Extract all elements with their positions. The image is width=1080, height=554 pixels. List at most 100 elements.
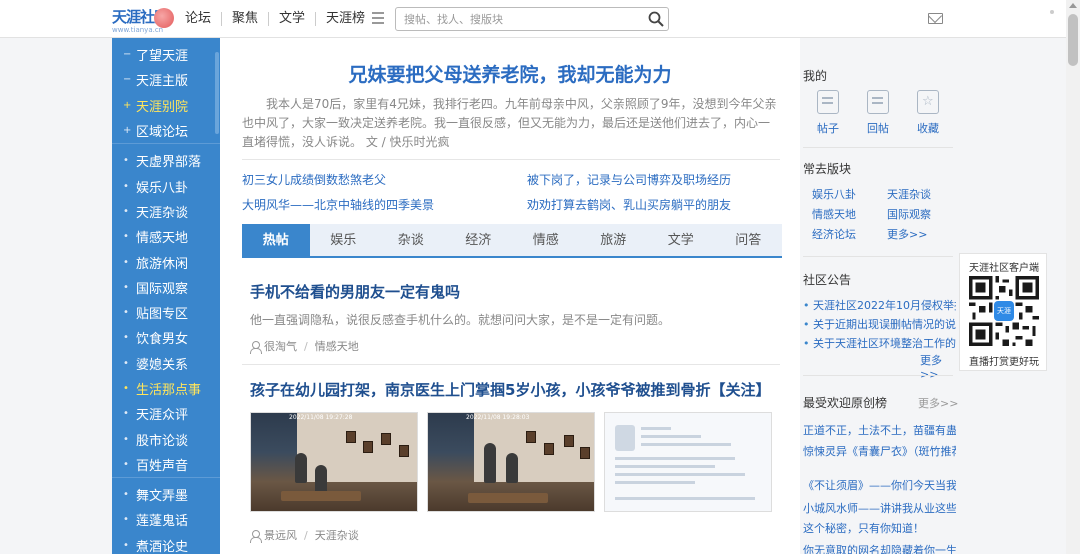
original-rank-link[interactable]: 惊悚灵异《青囊尸衣》（斑竹推荐）	[803, 443, 956, 459]
sidebar-item-board[interactable]: • 婆媳关系	[112, 351, 220, 376]
sidebar-item-label: 娱乐八卦	[136, 180, 189, 196]
thumbnail-doctor-profile[interactable]	[604, 412, 772, 512]
sidebar-item-board[interactable]: • 天涯杂谈	[112, 199, 220, 224]
post-board[interactable]: 天涯杂谈	[315, 527, 359, 543]
frequent-boards-more-link[interactable]: 更多>>	[887, 226, 927, 242]
posts-icon	[817, 90, 839, 114]
notice-link[interactable]: 关于天涯社区环境整治工作的公	[803, 335, 956, 351]
notice-more-link[interactable]: 更多>>	[920, 352, 960, 381]
original-rank-link[interactable]: 你无意取的网名却隐藏着你一生...	[803, 542, 956, 554]
thumbnail-timestamp: 2022/11/08 19:28:03	[466, 414, 530, 421]
tab-travel[interactable]: 旅游	[580, 224, 648, 256]
thumbnail-cctv-1[interactable]: 2022/11/08 19:27:28	[250, 412, 418, 512]
sidebar-item-board[interactable]: • 情感天地	[112, 224, 220, 249]
notice-link[interactable]: 关于近期出现误删帖情况的说明	[803, 316, 956, 332]
frequent-board-link[interactable]: 国际观察	[887, 206, 931, 222]
mail-icon[interactable]	[928, 13, 943, 24]
original-rank-more-link[interactable]: 更多>>	[918, 395, 958, 411]
sidebar-item-label: 婆媳关系	[136, 357, 189, 373]
menu-icon[interactable]	[372, 12, 384, 24]
app-badge-icon: 天涯	[994, 301, 1014, 321]
post-title[interactable]: 孩子在幼儿园打架，南京医生上门掌掴5岁小孩，小孩爷爷被推到骨折【关注】	[250, 379, 770, 400]
my-favorites-button[interactable]: 收藏	[903, 90, 953, 136]
featured-headline[interactable]: 兄妹要把父母送养老院，我却无能为力	[242, 60, 778, 87]
sidebar-item-board[interactable]: • 贴图专区	[112, 300, 220, 325]
tab-literature[interactable]: 文学	[647, 224, 715, 256]
sidebar-item-board[interactable]: • 娱乐八卦	[112, 173, 220, 198]
sidebar-item-board[interactable]: • 舞文弄墨	[112, 482, 220, 507]
sidebar-item-quyu[interactable]: + 区域论坛	[112, 118, 220, 143]
post-title[interactable]: 手机不给看的男朋友一定有鬼吗	[250, 281, 460, 302]
more-dot-icon[interactable]	[1050, 10, 1054, 14]
sidebar-scrollbar[interactable]	[215, 52, 219, 134]
featured-link[interactable]: 初三女儿成绩倒数愁煞老父	[242, 171, 386, 188]
scroll-up-icon[interactable]	[1069, 3, 1077, 8]
expand-icon: +	[123, 125, 132, 137]
sidebar-item-board[interactable]: • 饮食男女	[112, 325, 220, 350]
page-scrollbar[interactable]	[1066, 0, 1080, 554]
featured-link[interactable]: 劝劝打算去鹤岗、乳山买房躺平的朋友	[527, 196, 731, 213]
bullet-icon: •	[123, 256, 129, 268]
scrollbar-thumb[interactable]	[1068, 14, 1078, 66]
tab-hot[interactable]: 热帖	[242, 224, 310, 256]
bullet-icon: •	[123, 357, 129, 369]
post-meta: 很淘气 / 情感天地	[250, 338, 359, 354]
tab-qa[interactable]: 问答	[715, 224, 783, 256]
original-rank-link[interactable]: 小城风水师——讲讲我从业这些...	[803, 500, 956, 516]
sidebar-item-label: 舞文弄墨	[136, 489, 189, 505]
sidebar-group-boards: • 天虚界部落 • 娱乐八卦 • 天涯杂谈 • 情感天地 • 旅游休闲 • 国际观察 • 贴图…	[112, 144, 220, 479]
frequent-board-link[interactable]: 情感天地	[812, 206, 856, 222]
divider	[803, 375, 953, 376]
bullet-icon: •	[123, 180, 129, 192]
tab-entertainment[interactable]: 娱乐	[310, 224, 378, 256]
sidebar-item-board[interactable]: • 莲蓬鬼话	[112, 507, 220, 532]
frequent-boards-title: 常去版块	[803, 162, 852, 176]
thumbnail-cctv-2[interactable]: 2022/11/08 19:28:03	[427, 412, 595, 512]
notice-link[interactable]: 天涯社区2022年10月侵权举报	[803, 297, 956, 313]
post-board[interactable]: 情感天地	[315, 338, 359, 354]
sidebar-item-board[interactable]: • 旅游休闲	[112, 249, 220, 274]
sidebar-item-board[interactable]: • 国际观察	[112, 275, 220, 300]
frequent-board-link[interactable]: 娱乐八卦	[812, 186, 856, 202]
sidebar-item-board[interactable]: • 天虚界部落	[112, 148, 220, 173]
expand-icon: +	[123, 99, 132, 111]
sidebar-item-board-active[interactable]: • 生活那点事	[112, 376, 220, 401]
app-download-card[interactable]: 天涯社区客户端 天涯 直播打赏更好玩	[959, 253, 1047, 371]
featured-link[interactable]: 大明风华——北京中轴线的四季美景	[242, 196, 434, 213]
nav-forum[interactable]: 论坛	[185, 12, 223, 26]
sidebar-item-board[interactable]: • 股市论谈	[112, 426, 220, 451]
featured-excerpt[interactable]: 我本人是70后，家里有4兄妹，我排行老四。九年前母亲中风，父亲照顾了9年，没想到…	[242, 95, 778, 152]
original-rank-link[interactable]: 正道不正，土法不土，苗疆有蛊...	[803, 422, 956, 438]
post-author[interactable]: 景远风	[264, 527, 297, 543]
original-rank-link[interactable]: 《不让须眉》——你们今天当我...	[803, 477, 956, 493]
nav-focus[interactable]: 聚焦	[222, 12, 270, 26]
nav-rankings[interactable]: 天涯榜	[316, 12, 375, 26]
top-bar: 天涯社区 www.tianya.cn 论坛 聚焦 文学 天涯榜	[0, 0, 1066, 38]
sidebar-item-label: 股市论谈	[136, 433, 189, 449]
post-summary[interactable]: 他一直强调隐私，说很反感查手机什么的。就想问问大家，是不是一定有问题。	[250, 311, 670, 328]
frequent-board-link[interactable]: 经济论坛	[812, 226, 856, 242]
sidebar-item-board[interactable]: • 百姓声音	[112, 452, 220, 477]
sidebar-item-label: 饮食男女	[136, 332, 189, 348]
nav-literature[interactable]: 文学	[269, 12, 317, 26]
original-rank-link[interactable]: 这个秘密，只有你知道！	[803, 520, 956, 536]
tab-economy[interactable]: 经济	[445, 224, 513, 256]
bullet-icon: •	[123, 433, 129, 445]
search-input[interactable]	[396, 8, 636, 31]
sidebar-item-zhuban[interactable]: − 天涯主版	[112, 67, 220, 92]
search-icon[interactable]	[648, 11, 664, 27]
site-logo[interactable]: 天涯社区 www.tianya.cn	[112, 6, 174, 34]
tab-emotion[interactable]: 情感	[512, 224, 580, 256]
sidebar-item-bieyuan[interactable]: + 天涯别院	[112, 93, 220, 118]
post-author[interactable]: 很淘气	[264, 338, 297, 354]
featured-link[interactable]: 被下岗了，记录与公司博弈及职场经历	[527, 171, 731, 188]
my-replies-button[interactable]: 回帖	[853, 90, 903, 136]
sidebar-item-board[interactable]: • 天涯众评	[112, 401, 220, 426]
divider	[242, 364, 780, 365]
my-posts-button[interactable]: 帖子	[803, 90, 853, 136]
tab-misc[interactable]: 杂谈	[377, 224, 445, 256]
sidebar-item-board[interactable]: • 煮酒论史	[112, 533, 220, 554]
bullet-icon: •	[123, 514, 129, 526]
sidebar-item-liaowang[interactable]: − 了望天涯	[112, 42, 220, 67]
frequent-board-link[interactable]: 天涯杂谈	[887, 186, 931, 202]
